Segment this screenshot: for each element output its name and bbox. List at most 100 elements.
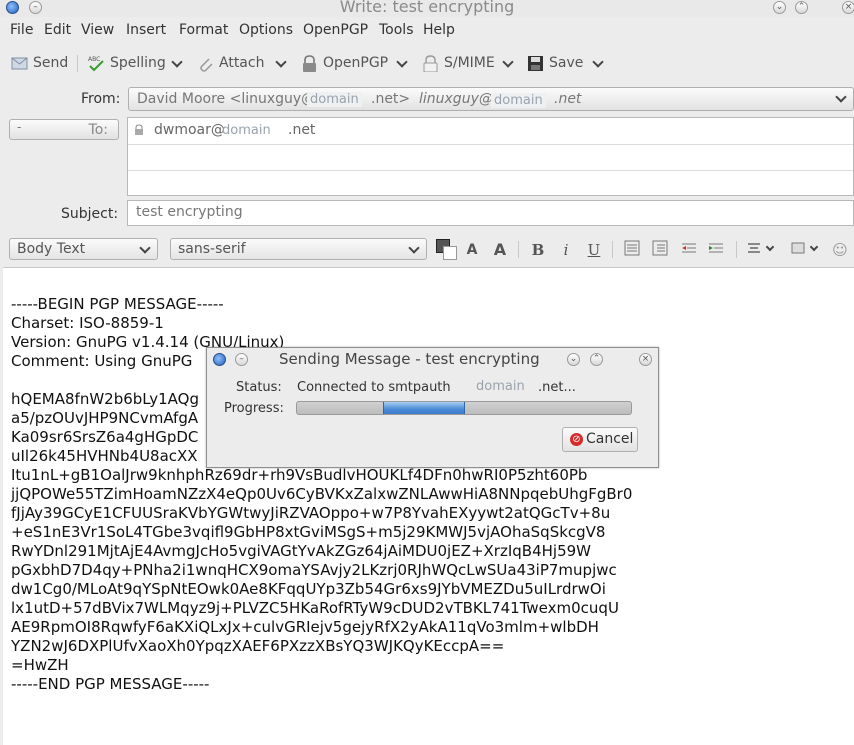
- attach-button[interactable]: Attach: [197, 53, 264, 73]
- menu-tools[interactable]: Tools: [379, 22, 414, 38]
- menu-bar: File Edit View Insert Format Options Ope…: [0, 20, 854, 42]
- dialog-title: Sending Message - test encrypting: [279, 350, 540, 368]
- smime-button[interactable]: S/MIME: [422, 53, 495, 73]
- body-line: Charset: ISO-8859-1: [11, 314, 164, 332]
- spelling-button[interactable]: ABC Spelling: [88, 53, 166, 73]
- larger-font-icon[interactable]: A: [490, 240, 510, 260]
- recipient-type-select[interactable]: - To:: [9, 119, 119, 140]
- progress-bar: [296, 401, 632, 415]
- align-dropdown-icon[interactable]: [765, 242, 775, 252]
- body-line: Itu1nL+gB1OalJrw9knhphRz69dr+rh9VsBudlvH…: [11, 466, 588, 484]
- openpgp-button[interactable]: OpenPGP: [301, 53, 388, 73]
- save-label: Save: [549, 55, 584, 71]
- menu-view[interactable]: View: [81, 22, 114, 38]
- text-color-icon[interactable]: [436, 239, 457, 260]
- smaller-font-icon[interactable]: A: [462, 240, 482, 260]
- from-identity-suffix: .net: [554, 91, 582, 107]
- window-title: Write: test encrypting: [339, 0, 515, 16]
- cancel-label: Cancel: [586, 431, 634, 447]
- paperclip-icon: [197, 55, 214, 72]
- menu-insert[interactable]: Insert: [126, 22, 166, 38]
- progress-label: Progress:: [224, 401, 284, 416]
- subject-label: Subject:: [61, 206, 119, 222]
- cancel-button[interactable]: ⊘ Cancel: [562, 427, 638, 452]
- recipient-row[interactable]: dwmoar@ domain .net: [128, 118, 853, 145]
- body-line: lx1utD+57dBVix7WLMqyz9j+PLVZC5HKaRofRTyW…: [11, 599, 619, 617]
- italic-icon[interactable]: i: [556, 240, 576, 260]
- recipients-list[interactable]: dwmoar@ domain .net: [127, 117, 854, 196]
- menu-openpgp[interactable]: OpenPGP: [303, 22, 368, 38]
- message-body-editor[interactable]: -----BEGIN PGP MESSAGE----- Charset: ISO…: [3, 267, 854, 745]
- floppy-disk-icon: [527, 55, 544, 72]
- align-icon[interactable]: [744, 240, 764, 260]
- save-dropdown-icon[interactable]: [592, 56, 604, 68]
- dialog-close-icon[interactable]: ×: [639, 353, 652, 366]
- padlock-icon: [301, 54, 318, 72]
- from-identity-address: linuxguy@: [419, 91, 493, 107]
- attach-label: Attach: [219, 55, 265, 71]
- smime-dropdown-icon[interactable]: [502, 56, 514, 68]
- attach-dropdown-icon[interactable]: [275, 56, 287, 68]
- dialog-maximize-icon[interactable]: ⌃: [590, 353, 603, 366]
- subject-input[interactable]: test encrypting: [127, 200, 854, 226]
- bulleted-list-icon[interactable]: [622, 240, 642, 260]
- close-icon[interactable]: ×: [842, 1, 854, 14]
- dialog-menu-icon[interactable]: –: [235, 353, 248, 366]
- paragraph-style-select[interactable]: Body Text: [9, 238, 158, 260]
- body-line: -----BEGIN PGP MESSAGE-----: [11, 295, 224, 313]
- status-domain-redacted: domain: [476, 379, 525, 394]
- indent-icon[interactable]: [706, 240, 726, 260]
- from-domain-redacted: domain: [307, 92, 362, 107]
- menu-file[interactable]: File: [10, 22, 33, 38]
- maximize-icon[interactable]: ⌃: [795, 1, 808, 14]
- body-line: RwYDnl291MjtAjE4AvmgJcHo5vgiVAGtYvAkZGz6…: [11, 542, 591, 560]
- send-icon: [11, 55, 28, 72]
- minimize-icon[interactable]: ⌄: [773, 1, 786, 14]
- from-suffix: .net>: [371, 91, 411, 107]
- menu-options[interactable]: Options: [239, 22, 293, 38]
- send-button[interactable]: Send: [11, 53, 68, 73]
- openpgp-label: OpenPGP: [323, 55, 389, 71]
- from-label: From:: [81, 91, 121, 107]
- body-line: =HwZH: [11, 656, 69, 674]
- dialog-minimize-icon[interactable]: ⌄: [567, 353, 580, 366]
- dialog-app-icon[interactable]: [213, 353, 226, 366]
- underline-icon[interactable]: U: [584, 240, 604, 260]
- smime-lock-icon: [422, 54, 439, 72]
- insert-object-icon[interactable]: [788, 240, 808, 260]
- openpgp-dropdown-icon[interactable]: [396, 56, 408, 68]
- bold-icon[interactable]: B: [528, 240, 548, 260]
- to-label: To:: [88, 122, 108, 138]
- menu-format[interactable]: Format: [179, 22, 228, 38]
- compose-toolbar: Send ABC Spelling Attach OpenPGP S/MIME …: [0, 50, 854, 76]
- font-family-value: sans-serif: [178, 241, 246, 257]
- body-line: AE9RpmOI8RqwfyF6aKXiQLxJx+culvGRIejv5gej…: [11, 618, 599, 636]
- status-value: Connected to smtpauth: [297, 380, 451, 395]
- format-separator: [612, 241, 613, 258]
- format-separator: [518, 241, 519, 258]
- toolbar-separator: [77, 55, 78, 72]
- body-line: Comment: Using GnuPG: [11, 352, 193, 370]
- menu-help[interactable]: Help: [423, 22, 455, 38]
- font-family-select[interactable]: sans-serif: [170, 238, 427, 260]
- outdent-icon[interactable]: [679, 240, 699, 260]
- body-line: +eS1nE3Vr1SoL4TGbe3vqifl9GbHP8xtGviMSgS+…: [11, 523, 606, 541]
- save-button[interactable]: Save: [527, 53, 583, 73]
- smiley-icon[interactable]: ☺: [830, 240, 850, 260]
- body-line: a5/pzOUvJHP9NCvmAfgA: [11, 409, 199, 427]
- from-identity-select[interactable]: David Moore <linuxguy@ domain .net> linu…: [128, 87, 854, 111]
- menu-edit[interactable]: Edit: [44, 22, 71, 38]
- recipient-row-empty[interactable]: [128, 144, 853, 171]
- recipient-domain-redacted: domain: [222, 123, 271, 138]
- progress-bar-fill: [383, 402, 465, 414]
- insert-dropdown-icon[interactable]: [809, 242, 819, 252]
- spelling-label: Spelling: [110, 55, 166, 71]
- body-line: YZN2wJ6DXPlUfvXaoXh0YpqzXAEF6PXzzXBsYQ3W…: [11, 637, 505, 655]
- spelling-dropdown-icon[interactable]: [171, 56, 183, 68]
- cancel-icon: ⊘: [570, 433, 583, 446]
- from-dropdown-icon: [835, 91, 847, 103]
- paragraph-style-value: Body Text: [17, 241, 86, 257]
- format-toolbar: Body Text sans-serif A A B i U ☺: [0, 238, 854, 262]
- numbered-list-icon[interactable]: [650, 240, 670, 260]
- body-line: pGxbhD7D4qy+PNha2i1wnqHCX9omaYSAvjy2LKzr…: [11, 561, 617, 579]
